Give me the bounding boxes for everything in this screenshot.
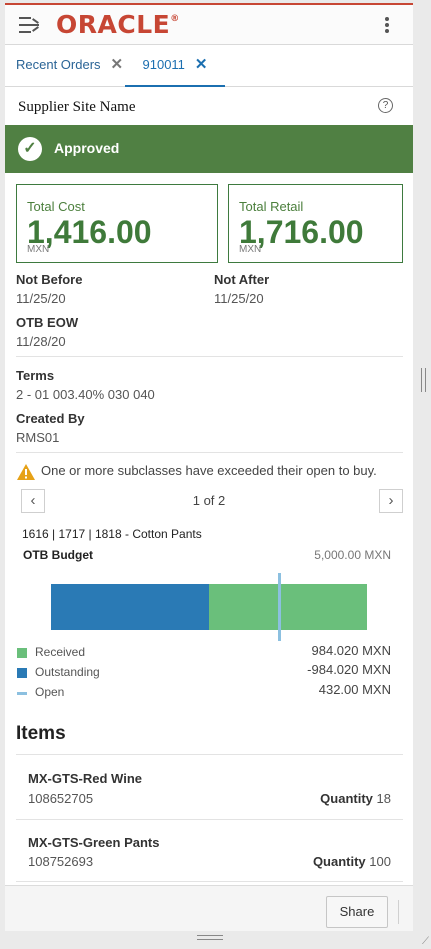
- total-retail-currency: MXN: [239, 244, 262, 255]
- quantity-value: 18: [376, 791, 391, 806]
- warning-icon: [17, 464, 35, 480]
- otb-warning-message: One or more subclasses have exceeded the…: [41, 463, 377, 478]
- status-banner: ✓ Approved: [5, 125, 413, 173]
- otb-budget-amount: 5,000.00 MXN: [314, 548, 391, 562]
- status-label: Approved: [54, 140, 120, 156]
- otb-eow-label: OTB EOW: [16, 315, 79, 330]
- item-code: 108752693: [28, 854, 94, 869]
- divider: [16, 452, 403, 453]
- open-marker: [278, 573, 281, 641]
- quantity-label: Quantity: [312, 854, 366, 869]
- footer-toolbar: Share: [5, 885, 413, 931]
- quantity-label: Quantity: [320, 791, 373, 806]
- close-icon[interactable]: ✕: [111, 45, 124, 85]
- registered-mark: ®: [170, 14, 180, 24]
- more-options-icon[interactable]: [385, 17, 389, 35]
- created-by-value: RMS01: [16, 430, 60, 445]
- legend-label: Outstanding: [35, 665, 100, 679]
- total-cost-label: Total Cost: [27, 199, 85, 214]
- tab-label: 910011: [142, 57, 185, 72]
- tab-bar: Recent Orders ✕ 910011 ✕: [5, 45, 413, 87]
- app-header: ORACLE®: [5, 5, 413, 45]
- divider: [16, 881, 403, 882]
- toolbar-separator: [398, 900, 399, 924]
- quantity-value: 100: [369, 854, 391, 869]
- item-quantity: Quantity 18: [320, 791, 391, 806]
- total-cost-card: Total Cost 1,416.00 MXN: [16, 184, 218, 263]
- otb-bar: [51, 584, 367, 630]
- legend-swatch: [17, 668, 27, 678]
- tab-label: Recent Orders: [16, 57, 101, 72]
- terms-label: Terms: [16, 368, 55, 383]
- menu-collapse-icon[interactable]: [19, 16, 39, 34]
- item-quantity: Quantity 100: [313, 854, 391, 869]
- open-value: 432.00 MXN: [318, 682, 391, 697]
- supplier-site-name: Supplier Site Name: [18, 99, 136, 115]
- close-icon[interactable]: ✕: [195, 45, 208, 85]
- resize-corner-icon[interactable]: ⟋: [422, 936, 429, 947]
- legend-swatch: [17, 648, 27, 658]
- created-by-label: Created By: [16, 411, 85, 426]
- received-segment: [209, 584, 367, 630]
- tab-recent-orders[interactable]: Recent Orders ✕: [16, 45, 123, 87]
- tab-order-910011[interactable]: 910011 ✕: [125, 45, 225, 87]
- order-panel: ORACLE® Recent Orders ✕ 910011 ✕ Supplier …: [5, 3, 413, 931]
- total-retail-label: Total Retail: [239, 199, 304, 214]
- item-name: MX-GTS-Green Pants: [28, 835, 160, 850]
- check-circle-icon: ✓: [18, 137, 42, 161]
- legend-swatch: [17, 692, 27, 695]
- divider: [16, 754, 403, 755]
- not-after-value: 11/25/20: [214, 291, 264, 306]
- otb-eow-value: 11/28/20: [16, 334, 66, 349]
- total-cost-currency: MXN: [27, 244, 50, 255]
- items-heading: Items: [16, 723, 66, 744]
- legend-label: Open: [35, 685, 65, 699]
- legend-label: Received: [35, 645, 86, 659]
- subclass-label: 1616 | 1717 | 1818 - Cotton Pants: [22, 527, 202, 541]
- logo-text: ORACLE: [56, 10, 171, 39]
- oracle-logo: ORACLE®: [56, 10, 180, 39]
- terms-value: 2 - 01 003.40% 030 040: [16, 387, 155, 402]
- pager-text: 1 of 2: [192, 493, 226, 508]
- received-value: 984.020 MXN: [311, 643, 392, 658]
- page: ORACLE® Recent Orders ✕ 910011 ✕ Supplier …: [0, 0, 431, 949]
- resize-handle-horizontal[interactable]: [197, 935, 223, 940]
- outstanding-segment: [51, 584, 209, 630]
- resize-handle-vertical[interactable]: [421, 368, 426, 392]
- next-button[interactable]: ›: [379, 489, 403, 513]
- share-button[interactable]: Share: [326, 896, 388, 928]
- not-before-label: Not Before: [16, 272, 83, 287]
- total-retail-card: Total Retail 1,716.00 MXN: [228, 184, 403, 263]
- outstanding-value: -984.020 MXN: [307, 662, 391, 677]
- divider: [16, 819, 403, 820]
- help-icon[interactable]: ?: [378, 98, 393, 113]
- divider: [16, 356, 403, 357]
- item-code: 108652705: [28, 791, 94, 806]
- otb-budget-label: OTB Budget: [23, 548, 93, 562]
- not-after-label: Not After: [214, 272, 270, 287]
- item-name: MX-GTS-Red Wine: [28, 771, 142, 786]
- not-before-value: 11/25/20: [16, 291, 66, 306]
